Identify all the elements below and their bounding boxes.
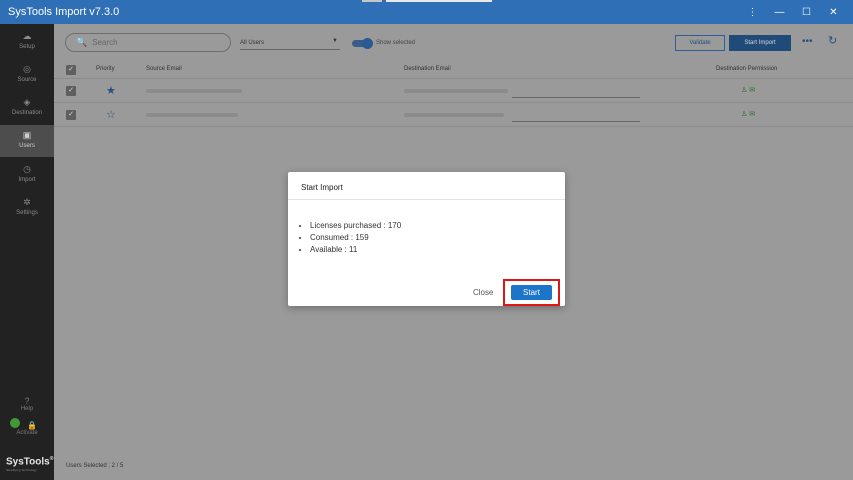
cloud-icon: ☁ [22,31,32,41]
close-window-button[interactable]: ✕ [820,7,847,18]
permission-icons[interactable]: ♙ ✉ [741,110,755,118]
help-icon: ? [24,396,30,406]
activate-label: Activate [16,430,38,436]
sidebar-item-destination[interactable]: ◈ Destination [0,92,54,124]
status-dot-icon [10,418,20,428]
user-filter-value: All Users [240,40,265,46]
column-header-destination-permission: Destination Permission [716,66,778,72]
license-info-list: Licenses purchased : 170 Consumed : 159 … [310,220,401,256]
sidebar-item-label: Import [18,177,36,183]
validate-button[interactable]: Validate [675,35,725,51]
column-header-priority: Priority [96,66,115,72]
destination-email-field[interactable] [512,97,640,98]
activate-button[interactable]: 🔒 Activate [0,418,54,436]
dialog-close-button[interactable]: Close [473,288,493,297]
refresh-icon[interactable]: ↻ [828,34,837,47]
sidebar-item-users[interactable]: ▣ Users [0,125,54,157]
sidebar-item-label: Destination [11,110,43,116]
destination-email-redacted [404,89,508,93]
more-options-icon[interactable]: ••• [802,36,813,47]
table-header: ✓ Priority Source Email Destination Emai… [54,62,853,79]
menu-kebab-icon[interactable]: ⋮ [739,7,766,18]
dialog-divider [288,199,565,200]
chevron-down-icon: ▼ [332,38,338,44]
import-icon: ◷ [23,164,31,174]
maximize-button[interactable]: ☐ [793,7,820,18]
permission-icons[interactable]: ♙ ✉ [741,86,755,94]
brand-name: SysTools [6,456,50,468]
app-title: SysTools Import v7.3.0 [8,6,120,18]
title-tab-indicator [386,0,492,2]
users-selected-status: Users Selected : 2 / 5 [66,463,124,469]
table-row[interactable]: ✓ ★ ♙ ✉ [54,80,853,103]
destination-email-redacted [404,113,504,117]
help-button[interactable]: ? Help [0,396,54,412]
minimize-button[interactable]: — [766,7,793,18]
destination-icon: ◈ [23,97,31,107]
start-import-button[interactable]: Start Import [729,35,791,51]
sidebar-item-label: Users [19,143,35,149]
show-selected-toggle[interactable] [352,38,373,49]
brand-registered-mark: ® [49,456,54,462]
users-icon: ▣ [22,130,32,140]
destination-email-field[interactable] [512,121,640,122]
title-tab-indicator-secondary [362,0,382,2]
search-placeholder: Search [92,38,118,47]
source-icon: ◎ [23,64,31,74]
toggle-knob [362,38,373,49]
sidebar: ☁ Setup ◎ Source ◈ Destination ▣ Users ◷… [0,24,54,480]
dialog-start-button[interactable]: Start [511,285,552,300]
user-filter-select[interactable]: All Users ▼ [240,37,340,50]
source-email-redacted [146,89,242,93]
licenses-consumed: Consumed : 159 [310,232,401,244]
show-selected-label: Show selected [376,40,416,46]
table-row[interactable]: ✓ ☆ ♙ ✉ [54,104,853,127]
sidebar-item-source[interactable]: ◎ Source [0,59,54,91]
brand-tagline: Simplifying Technology [6,468,37,473]
brand-logo: SysTools® Simplifying Technology [6,456,53,472]
sidebar-item-import[interactable]: ◷ Import [0,159,54,191]
row-checkbox[interactable]: ✓ [66,110,76,120]
sidebar-item-label: Settings [16,210,38,216]
sidebar-item-setup[interactable]: ☁ Setup [0,26,54,58]
sidebar-item-settings[interactable]: ✲ Settings [0,192,54,224]
priority-star-outline-icon[interactable]: ☆ [106,108,116,121]
licenses-purchased: Licenses purchased : 170 [310,220,401,232]
source-email-redacted [146,113,238,117]
dialog-title: Start Import [301,183,343,192]
select-all-checkbox[interactable]: ✓ [66,65,76,75]
sidebar-item-label: Setup [19,44,35,50]
search-icon: 🔍 [76,37,88,47]
priority-star-filled-icon[interactable]: ★ [106,84,116,97]
window-controls: ⋮ — ☐ ✕ [739,0,847,24]
column-header-destination-email: Destination Email [404,66,451,72]
title-bar: SysTools Import v7.3.0 ⋮ — ☐ ✕ [0,0,853,24]
search-input[interactable]: 🔍 Search [65,33,231,52]
licenses-available: Available : 11 [310,244,401,256]
gear-icon: ✲ [23,197,31,207]
sidebar-item-label: Source [17,77,37,83]
column-header-source-email: Source Email [146,66,182,72]
row-checkbox[interactable]: ✓ [66,86,76,96]
help-label: Help [20,406,34,412]
